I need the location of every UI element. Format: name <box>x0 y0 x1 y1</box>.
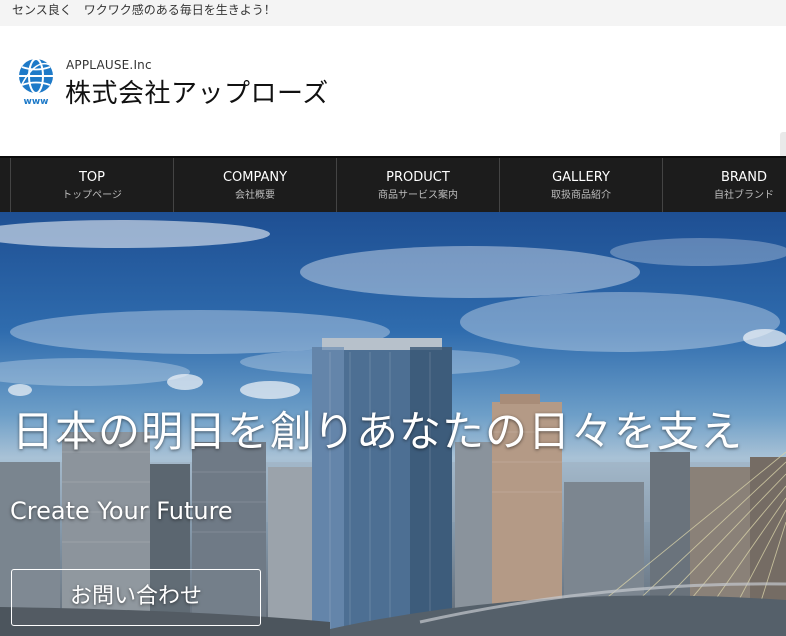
nav-item-brand[interactable]: BRAND 自社ブランド <box>662 158 786 212</box>
top-tagline-bar: センス良く ワクワク感のある毎日を生きよう！ <box>0 0 786 26</box>
nav-label: COMPANY <box>222 170 288 185</box>
globe-www-icon[interactable]: www <box>16 58 56 106</box>
nav-sublabel: 商品サービス案内 <box>378 190 458 201</box>
logo-caption: www <box>24 97 49 106</box>
scroll-edge-mark <box>780 132 786 158</box>
site-header: www APPLAUSE.Inc 株式会社アップローズ <box>0 26 786 158</box>
nav-label: PRODUCT <box>386 170 450 185</box>
nav-label: BRAND <box>720 170 768 185</box>
nav-item-gallery[interactable]: GALLERY 取扱商品紹介 <box>499 158 662 212</box>
hero-subtitle: Create Your Future <box>10 497 233 525</box>
nav-sublabel: 自社ブランド <box>714 190 774 201</box>
nav-item-company[interactable]: COMPANY 会社概要 <box>173 158 336 212</box>
tagline-text: センス良く ワクワク感のある毎日を生きよう！ <box>12 3 276 17</box>
nav-item-top[interactable]: TOP トップページ <box>10 158 173 212</box>
hero-title: 日本の明日を創りあなたの日々を支え <box>12 407 744 456</box>
nav-label: TOP <box>78 170 105 185</box>
nav-sublabel: トップページ <box>62 190 122 201</box>
nav-item-product[interactable]: PRODUCT 商品サービス案内 <box>336 158 499 212</box>
company-name-ja[interactable]: 株式会社アップローズ <box>65 73 329 110</box>
main-navigation: TOP トップページ COMPANY 会社概要 PRODUCT 商品サービス案内… <box>0 156 786 212</box>
hero-banner: 日本の明日を創りあなたの日々を支え Create Your Future お問い… <box>0 212 786 636</box>
nav-sublabel: 会社概要 <box>235 190 275 201</box>
company-name-en: APPLAUSE.Inc <box>66 58 152 72</box>
nav-label: GALLERY <box>552 170 610 185</box>
contact-button[interactable]: お問い合わせ <box>11 569 261 626</box>
nav-sublabel: 取扱商品紹介 <box>551 190 611 201</box>
